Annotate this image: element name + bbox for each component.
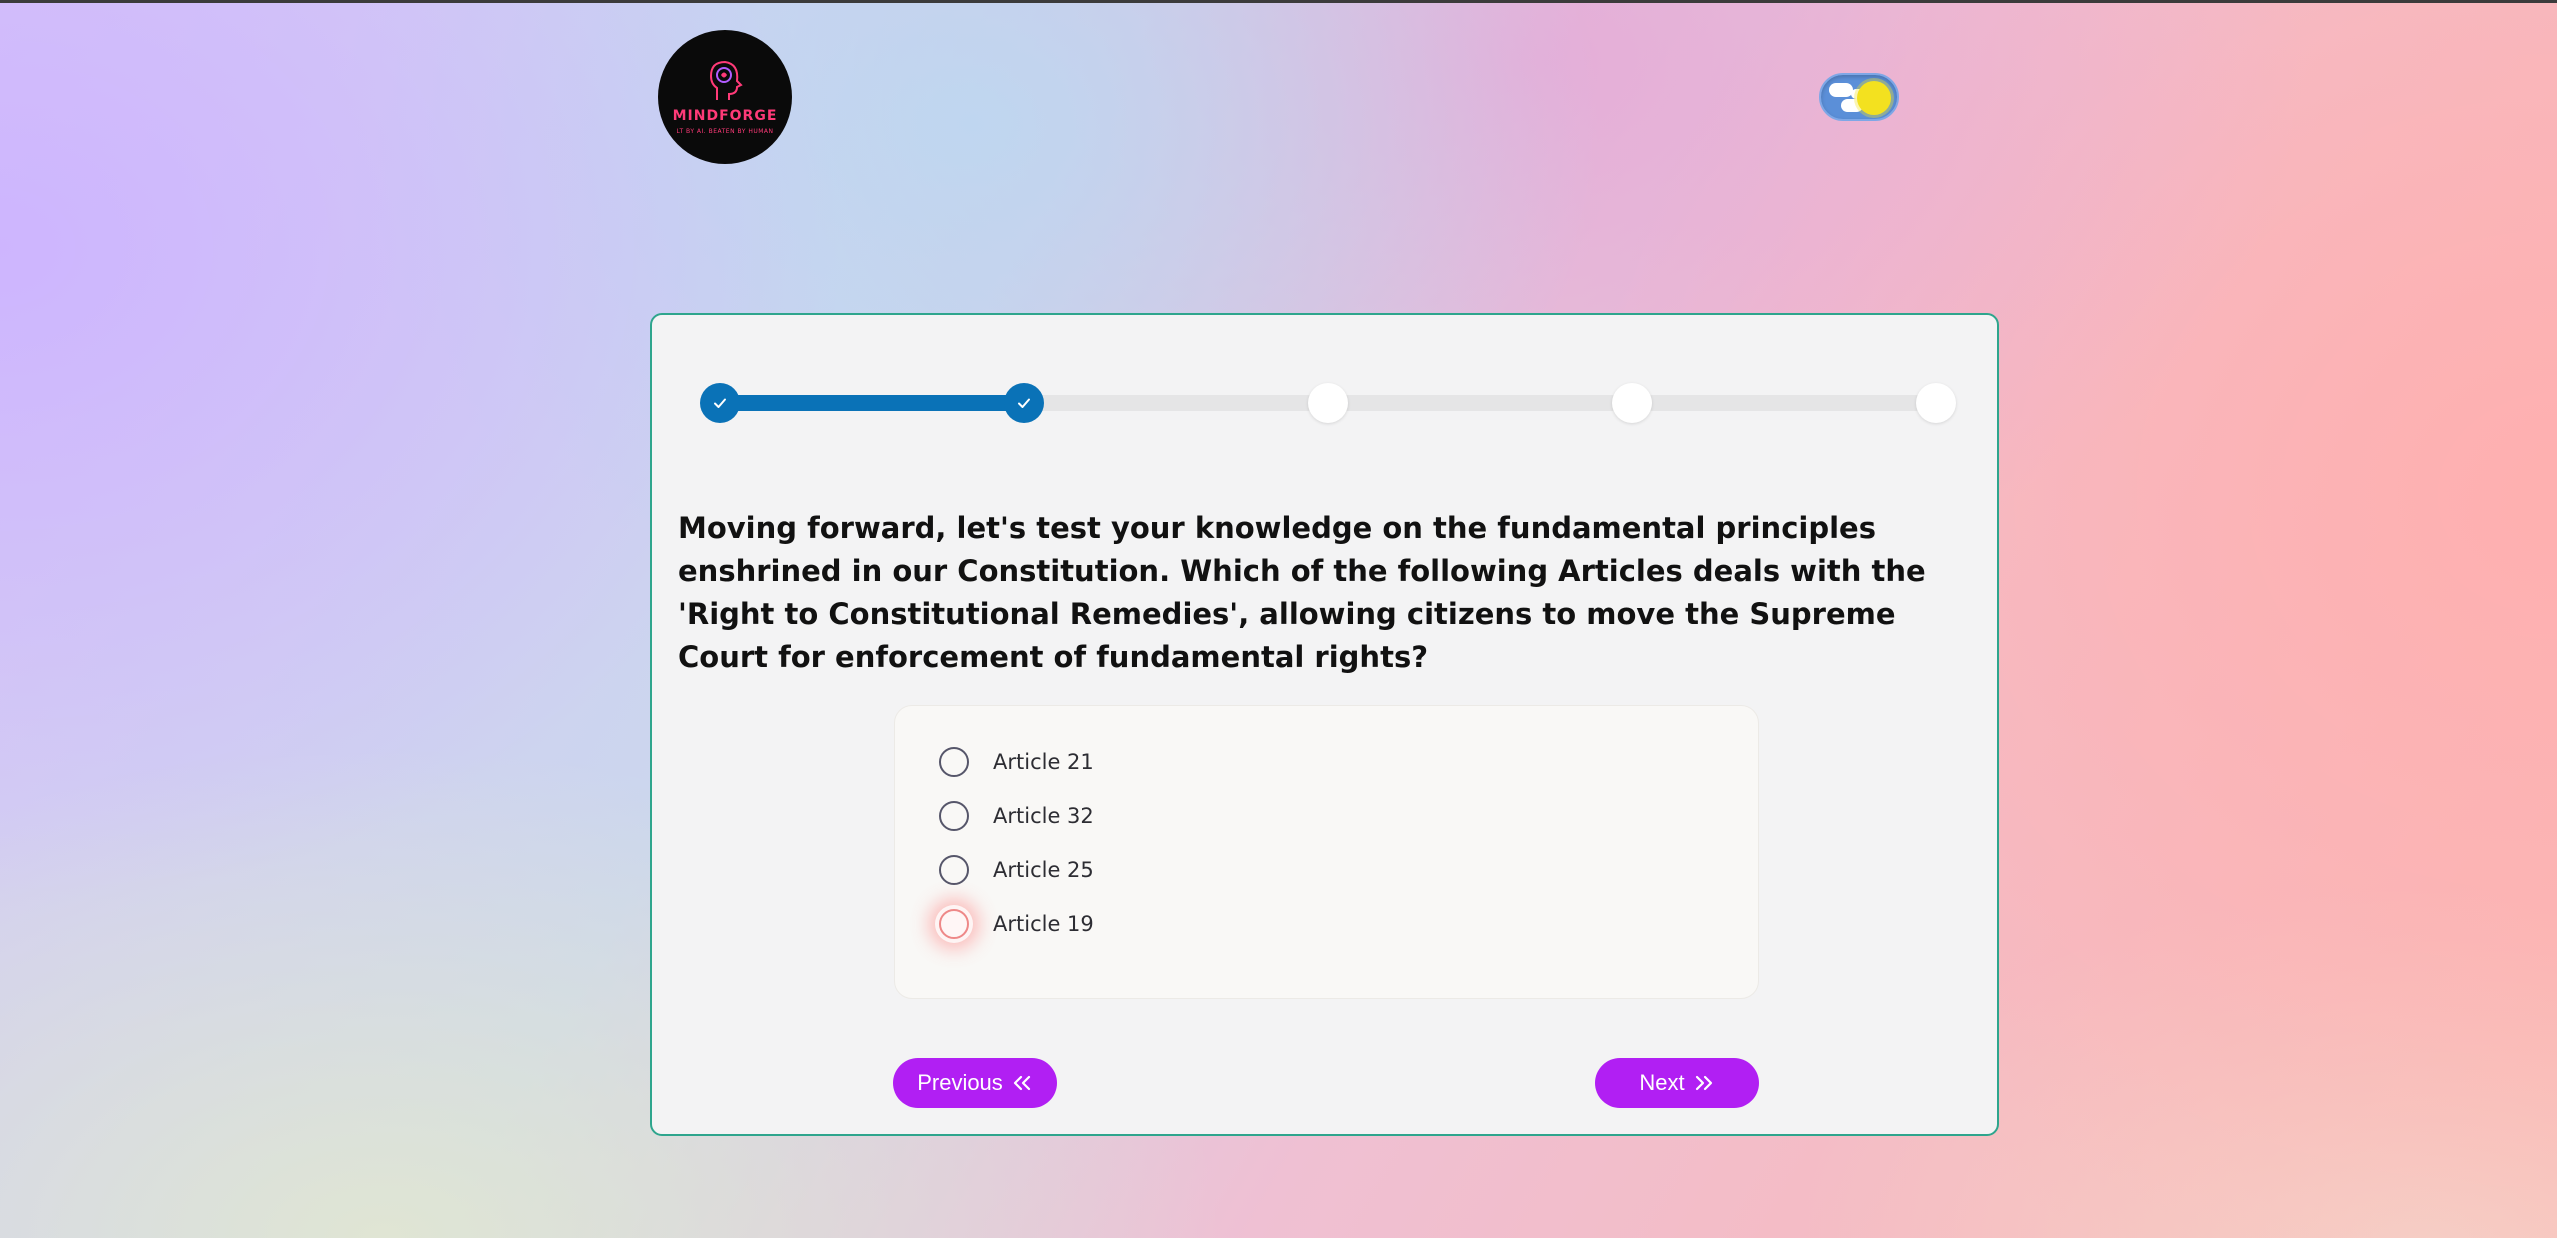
mindforge-logo[interactable]: MINDFORGE LT BY AI. BEATEN BY HUMAN (658, 30, 792, 164)
brand-tagline: LT BY AI. BEATEN BY HUMAN (676, 127, 774, 135)
progress-step-pending (1308, 383, 1348, 423)
option-article-19[interactable]: Article 19 (939, 904, 1094, 944)
check-icon (714, 398, 726, 408)
option-article-25[interactable]: Article 25 (939, 850, 1094, 890)
option-label: Article 25 (993, 858, 1094, 882)
progress-fill (718, 395, 1023, 411)
option-label: Article 19 (993, 912, 1094, 936)
options-panel: Article 21 Article 32 Article 25 Article… (894, 705, 1759, 999)
progress-step-completed (700, 383, 740, 423)
quiz-card: Moving forward, let's test your knowledg… (650, 313, 1999, 1136)
head-brain-icon (709, 60, 743, 100)
sun-icon (1857, 81, 1891, 115)
cloud-icon (1829, 83, 1853, 97)
double-chevron-left-icon (1013, 1075, 1030, 1091)
progress-step-completed (1004, 383, 1044, 423)
next-button[interactable]: Next (1595, 1058, 1759, 1108)
radio-button[interactable] (939, 855, 969, 885)
radio-button[interactable] (939, 801, 969, 831)
option-label: Article 21 (993, 750, 1094, 774)
brand-name: MINDFORGE (672, 107, 778, 124)
option-article-21[interactable]: Article 21 (939, 742, 1094, 782)
check-icon (1018, 398, 1030, 408)
previous-label: Previous (917, 1070, 1003, 1095)
progress-step-pending (1612, 383, 1652, 423)
previous-button[interactable]: Previous (893, 1058, 1057, 1108)
option-article-32[interactable]: Article 32 (939, 796, 1094, 836)
theme-toggle[interactable] (1819, 73, 1899, 121)
question-text: Moving forward, let's test your knowledg… (678, 511, 1926, 674)
radio-button[interactable] (939, 909, 969, 939)
radio-button[interactable] (939, 747, 969, 777)
double-chevron-right-icon (1695, 1075, 1712, 1091)
next-label: Next (1639, 1070, 1685, 1095)
progress-step-pending (1916, 383, 1956, 423)
option-label: Article 32 (993, 804, 1094, 828)
window-top-border (0, 0, 2557, 3)
